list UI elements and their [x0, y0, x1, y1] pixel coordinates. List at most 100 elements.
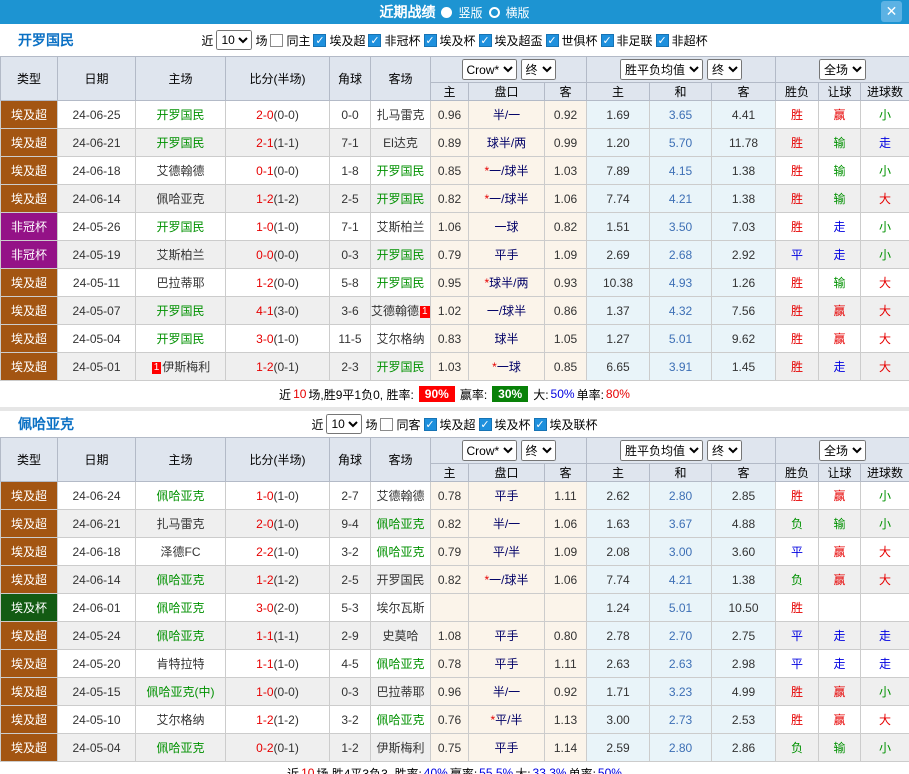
match-row: 埃及超 24-05-07 开罗国民 4-1(3-0) 3-6 艾德翰德 1 1.02 一/球半 0…	[0, 296, 909, 325]
header-row-groups: 类型 日期 主场 比分(半场) 角球 客场 Crow* 终胜平负均值终全场	[0, 437, 909, 482]
euro-final-select[interactable]: 终	[707, 440, 742, 461]
sub-column-header: 客	[710, 82, 777, 101]
result-goals-cell: 小	[860, 733, 909, 762]
result-goals-cell: 小	[860, 240, 909, 269]
team-name-text: 开罗国民	[156, 108, 205, 122]
date-cell: 24-05-07	[57, 296, 136, 325]
fulltime-score: 4-1	[256, 303, 274, 318]
halftime-score: (0-0)	[273, 247, 299, 262]
competition-type-badge: 埃及超	[0, 509, 58, 538]
league-checkbox[interactable]: ✓	[478, 33, 492, 47]
euro-home-odds: 1.71	[586, 677, 650, 706]
vertical-layout-label: 竖版	[458, 5, 483, 20]
sub-column-header: 主	[586, 82, 650, 101]
team-name-text: 伊斯梅利	[376, 741, 425, 755]
bookmaker-select[interactable]: Crow*	[461, 59, 517, 80]
competition-type-badge: 埃及超	[0, 649, 58, 678]
score-cell: 0-2(0-1)	[225, 733, 330, 762]
league-checkbox[interactable]: ✓	[423, 417, 437, 431]
summary-value: 50%	[550, 387, 575, 401]
result-handicap-cell: 输	[818, 184, 862, 213]
league-checkbox[interactable]: ✓	[478, 417, 492, 431]
scope-select[interactable]: 全场	[819, 440, 867, 461]
filter-count-suffix: 场	[365, 417, 378, 432]
match-row: 埃及超 24-05-20 肯特拉特 1-1(1-0) 4-5 佩哈亚克 0.78 平手 1.11…	[0, 649, 909, 678]
team-name-text: 佩哈亚克	[376, 517, 425, 531]
same-venue-checkbox[interactable]: ✓	[380, 417, 394, 431]
competition-type-badge: 埃及杯	[0, 593, 58, 622]
column-header: 主场	[135, 56, 226, 101]
fulltime-score: 1-2	[256, 191, 274, 206]
team-name-text: 肯特拉特	[156, 657, 205, 671]
team-name-text: 扎马雷克	[376, 108, 425, 122]
corner-cell: 5-3	[329, 593, 371, 622]
league-checkbox[interactable]: ✓	[655, 33, 669, 47]
euro-draw-odds: 2.70	[649, 621, 712, 650]
result-goals-cell: 大	[860, 268, 909, 297]
team-name-text: 巴拉蒂耶	[156, 276, 205, 290]
asia-home-odds: 0.82	[430, 509, 469, 538]
euro-draw-odds: 2.80	[649, 481, 712, 510]
asia-away-odds: 1.11	[544, 649, 587, 678]
asia-final-select[interactable]: 终	[520, 59, 556, 80]
asia-away-odds: 1.06	[544, 509, 587, 538]
asia-handicap-line: *一/球半	[468, 156, 545, 185]
euro-final-select[interactable]: 终	[707, 59, 742, 80]
fulltime-score: 3-0	[256, 600, 274, 615]
asia-home-odds: 1.02	[430, 296, 469, 325]
sub-column-header: 胜负	[775, 463, 820, 482]
euro-odds-select[interactable]: 胜平负均值	[620, 440, 703, 461]
fulltime-score: 0-0	[256, 247, 274, 262]
summary-value: 50%	[597, 766, 622, 774]
away-team-cell: El达克	[370, 128, 431, 157]
euro-away-odds: 10.50	[710, 593, 777, 622]
euro-away-odds: 1.26	[710, 268, 777, 297]
vertical-layout-radio[interactable]	[441, 6, 453, 18]
score-cell: 3-0(2-0)	[225, 593, 330, 622]
league-checkbox[interactable]: ✓	[423, 33, 437, 47]
league-checkbox[interactable]: ✓	[533, 417, 547, 431]
match-count-select[interactable]: 10	[326, 414, 363, 434]
league-checkbox[interactable]: ✓	[313, 33, 327, 47]
euro-away-odds: 2.85	[710, 481, 777, 510]
league-checkbox[interactable]: ✓	[600, 33, 614, 47]
fulltime-score: 1-2	[256, 359, 274, 374]
euro-away-odds: 7.56	[710, 296, 777, 325]
match-row: 埃及超 24-06-18 艾德翰德 0-1(0-0) 1-8 开罗国民 0.85 *一/球半 1…	[0, 156, 909, 185]
euro-away-odds: 1.38	[710, 184, 777, 213]
asia-home-odds	[430, 593, 469, 622]
result-goals-cell: 小	[860, 509, 909, 538]
away-team-cell: 开罗国民	[370, 156, 431, 185]
score-cell: 1-2(1-2)	[225, 705, 330, 734]
sub-column-header: 主	[430, 463, 469, 482]
same-venue-checkbox[interactable]: ✓	[270, 33, 284, 47]
match-count-select[interactable]: 10	[216, 30, 253, 50]
euro-draw-odds: 3.65	[649, 100, 712, 129]
asia-handicap-line: 半/一	[468, 677, 545, 706]
asia-home-odds: 0.83	[430, 324, 469, 353]
asia-away-odds: 0.82	[544, 212, 587, 241]
league-checkbox[interactable]: ✓	[545, 33, 559, 47]
league-checkbox[interactable]: ✓	[368, 33, 382, 47]
scope-select[interactable]: 全场	[819, 59, 867, 80]
home-team-cell: 开罗国民	[135, 212, 226, 241]
euro-odds-select[interactable]: 胜平负均值	[620, 59, 703, 80]
asia-final-select[interactable]: 终	[520, 440, 556, 461]
score-cell: 2-2(1-0)	[225, 537, 330, 566]
asia-away-odds: 1.06	[544, 184, 587, 213]
euro-home-odds: 1.69	[586, 100, 650, 129]
date-cell: 24-06-25	[57, 100, 136, 129]
home-team-cell: 开罗国民	[135, 128, 226, 157]
team-name-text: 艾斯柏兰	[376, 220, 425, 234]
score-cell: 4-1(3-0)	[225, 296, 330, 325]
matches-table-0: 类型 日期 主场 比分(半场) 角球 客场 Crow* 终胜平负均值终全场主盘口客主和客胜负让…	[0, 56, 909, 381]
summary-text: 赢率:	[449, 766, 478, 774]
close-button[interactable]: ✕	[881, 1, 902, 22]
horizontal-layout-radio[interactable]	[488, 6, 500, 18]
home-team-cell: 佩哈亚克	[135, 733, 226, 762]
euro-draw-odds: 3.00	[649, 537, 712, 566]
result-wdl-cell: 胜	[775, 268, 820, 297]
euro-away-odds: 9.62	[710, 324, 777, 353]
result-goals-cell: 小	[860, 156, 909, 185]
bookmaker-select[interactable]: Crow*	[461, 440, 517, 461]
